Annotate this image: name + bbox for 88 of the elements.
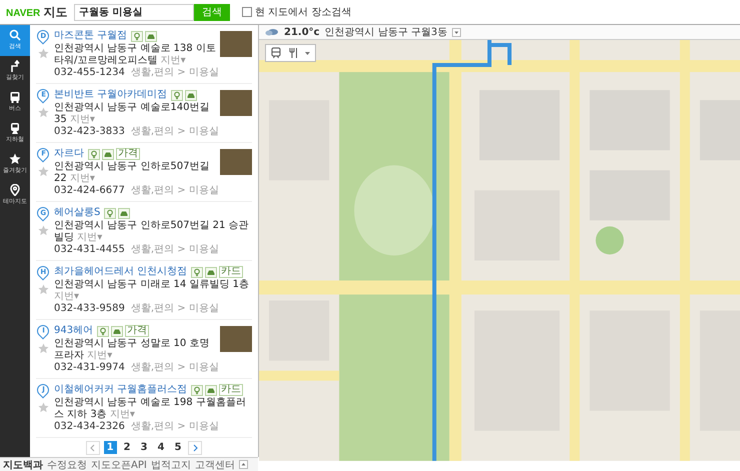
address-text: 인천광역시 남동구 미래로 14 일류빌딩 1층 지번▾: [54, 279, 250, 303]
expand-caret-icon[interactable]: [238, 460, 248, 469]
category-text: 생활,편의 > 미용실: [130, 362, 219, 374]
place-name-link[interactable]: 헤어살롱S: [54, 207, 100, 219]
lot-number-toggle[interactable]: 지번▾: [54, 291, 80, 302]
place-name-link[interactable]: 자르다: [54, 148, 84, 160]
lightbulb-badge-icon: [88, 148, 100, 160]
lot-number-toggle[interactable]: 지번▾: [160, 55, 186, 66]
address-text: 인천광역시 남동구 예술로 138 이토타워/꼬르망레오피스텔 지번▾: [54, 43, 216, 67]
lightbulb-badge-icon: [104, 208, 116, 218]
checkbox[interactable]: [242, 7, 252, 17]
lightbulb-badge-icon: [171, 90, 184, 100]
search-button[interactable]: 검색: [194, 4, 230, 20]
route-icon: [9, 60, 21, 72]
footer-link[interactable]: 고객센터: [194, 458, 235, 471]
photo-placeholder[interactable]: [220, 149, 252, 175]
address-text: 인천광역시 남동구 예술로 198 구월홈플러스 지하 3층 지번▾: [54, 397, 247, 421]
lot-number-toggle[interactable]: 지번▾: [77, 232, 102, 243]
temperature-text: 21.0°c: [284, 26, 320, 38]
address-text: 인천광역시 남동구 인하로507번길 22 지번▾: [54, 161, 210, 185]
lightbulb-badge-icon: [131, 30, 144, 42]
category-text: 생활,편의 > 미용실: [130, 126, 219, 138]
favorite-star-icon[interactable]: [38, 343, 48, 354]
previous-page-icon[interactable]: [86, 440, 100, 454]
footer-link[interactable]: 수정요청: [47, 458, 87, 471]
lot-number-toggle[interactable]: 지번▾: [70, 173, 95, 184]
category-text: 생활,편의 > 미용실: [130, 185, 219, 197]
checkbox-label: 현 지도에서 장소검색: [255, 6, 352, 19]
bus-filter-icon[interactable]: [270, 47, 282, 59]
footer-link[interactable]: 지도오픈API: [91, 458, 147, 471]
category-text: 생활,편의 > 미용실: [130, 421, 219, 433]
search-field[interactable]: 구월동 미용실: [74, 4, 194, 20]
footer-link[interactable]: 법적고지: [150, 458, 191, 471]
favorite-star-icon[interactable]: [38, 107, 48, 118]
pin-icon: [9, 184, 21, 196]
location-text: 인천광역시 남동구 구월3동: [324, 26, 448, 39]
address-text: 인천광역시 남동구 인하로507번길 21 승관빌딩 지번▾: [54, 220, 250, 244]
favorite-star-icon[interactable]: [38, 402, 48, 413]
place-name-link[interactable]: 본비반트 구월아카데미점: [54, 89, 168, 101]
search-icon: [9, 29, 21, 41]
payment-tag: 가격: [125, 325, 150, 337]
lot-number-toggle[interactable]: 지번▾: [70, 114, 95, 125]
lot-number-toggle[interactable]: 지번▾: [87, 350, 112, 361]
place-name-link[interactable]: 마즈콘톤 구월점: [54, 30, 128, 42]
category-text: 생활,편의 > 미용실: [130, 303, 219, 315]
photo-placeholder[interactable]: [220, 326, 252, 352]
subway-icon: [9, 122, 21, 134]
footer-link[interactable]: 지도백과: [3, 458, 43, 471]
phone-number: 032-424-6677: [54, 185, 125, 197]
favorite-star-icon[interactable]: [38, 225, 48, 236]
payment-tag: 카드: [219, 266, 244, 278]
favorite-star-icon[interactable]: [38, 48, 48, 59]
page-link[interactable]: 4: [154, 441, 168, 454]
place-name-link[interactable]: 최가을헤어드레서 인천시청점: [54, 266, 188, 278]
star-icon: [9, 153, 21, 165]
lot-number-toggle[interactable]: 지번▾: [110, 409, 135, 420]
place-name-link[interactable]: 이철헤어커커 구월홈플러스점: [54, 384, 188, 396]
page-link[interactable]: 1: [104, 441, 117, 454]
favorite-star-icon[interactable]: [38, 284, 48, 295]
page-link[interactable]: 2: [120, 441, 134, 454]
phone-number: 032-431-4455: [54, 244, 125, 256]
lightbulb-badge-icon: [191, 266, 204, 278]
address-text: 인천광역시 남동구 예술로140번길 35 지번▾: [54, 102, 210, 126]
payment-tag: 카드: [219, 384, 244, 396]
fork-knife-icon[interactable]: [287, 47, 299, 59]
lightbulb-badge-icon: [97, 326, 110, 336]
favorite-star-icon[interactable]: [38, 166, 48, 177]
phone-number: 032-433-9589: [54, 303, 125, 315]
category-text: 생활,편의 > 미용실: [130, 67, 219, 79]
phone-number: 032-423-3833: [54, 126, 125, 138]
next-page-icon[interactable]: [188, 440, 202, 454]
photo-placeholder[interactable]: [220, 31, 252, 57]
address-text: 인천광역시 남동구 성말로 10 호명프라자 지번▾: [54, 338, 210, 362]
page-link[interactable]: 3: [138, 441, 150, 454]
cloud-icon: [265, 27, 279, 37]
page-link[interactable]: 5: [171, 441, 184, 454]
category-text: 생활,편의 > 미용실: [130, 244, 219, 256]
phone-number: 032-455-1234: [54, 67, 125, 79]
logo-brand[interactable]: NAVER: [6, 8, 40, 18]
photo-placeholder[interactable]: [220, 90, 252, 116]
bus-icon: [9, 91, 21, 103]
phone-number: 032-434-2326: [54, 421, 125, 433]
payment-tag: 가격: [116, 148, 140, 160]
dropdown-caret-icon[interactable]: [452, 28, 462, 36]
logo-title[interactable]: 지도: [43, 4, 68, 20]
place-name-link[interactable]: 943헤어: [54, 325, 94, 337]
lightbulb-badge-icon: [191, 384, 204, 396]
phone-number: 032-431-9974: [54, 362, 125, 374]
